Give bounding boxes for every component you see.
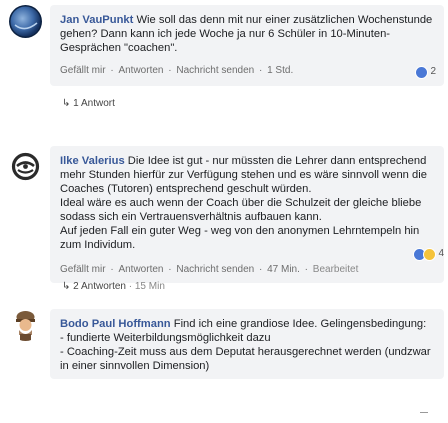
replies-time: 15 Min (134, 281, 165, 292)
comment-actions: Gefällt mir · Antworten · Nachricht send… (60, 65, 294, 76)
comment-text: Find ich eine grandiose Idee. Gelingensb… (173, 318, 427, 330)
send-message-link[interactable]: Nachricht senden (176, 264, 254, 275)
reply-link[interactable]: Antworten (118, 65, 163, 76)
send-message-link[interactable]: Nachricht senden (176, 65, 254, 76)
like-reaction-icon (415, 65, 429, 79)
comment-actions: Gefällt mir · Antworten · Nachricht send… (60, 264, 359, 275)
comment-bubble: Bodo Paul Hoffmann Find ich eine grandio… (50, 309, 444, 379)
reaction-summary[interactable]: 4 (413, 247, 444, 261)
avatar[interactable] (9, 308, 42, 341)
like-link[interactable]: Gefällt mir (60, 65, 106, 76)
comment-text: Auf jeden Fall ein guter Weg - weg von d… (60, 225, 420, 251)
comment-time[interactable]: 47 Min. (267, 264, 300, 275)
comment-text: - Coaching-Zeit muss aus dem Deputat her… (60, 346, 431, 372)
comment-time[interactable]: 1 Std. (267, 65, 293, 76)
comment-bubble: Jan VauPunkt Wie soll das denn mit nur e… (50, 5, 444, 86)
comment-author[interactable]: Ilke Valerius (60, 155, 125, 167)
comment-author[interactable]: Bodo Paul Hoffmann (60, 318, 171, 330)
comment-text: - fundierte Weiterbildungsmöglichkeit da… (60, 332, 271, 344)
reaction-summary[interactable]: 2 (415, 65, 436, 79)
avatar[interactable] (9, 5, 42, 38)
view-replies-link[interactable]: ↳ 2 Antworten · 15 Min (62, 281, 165, 292)
divider (420, 412, 428, 413)
reaction-count: 2 (430, 66, 436, 77)
reply-link[interactable]: Antworten (118, 264, 163, 275)
comment-text: Ideal wäre es auch wenn der Coach über d… (60, 197, 422, 223)
avatar[interactable] (9, 150, 42, 183)
reply-arrow-icon: ↳ (62, 281, 71, 292)
comment-bubble: Ilke Valerius Die Idee ist gut - nur müs… (50, 146, 444, 283)
reaction-count: 4 (438, 248, 444, 259)
edited-label[interactable]: Bearbeitet (313, 264, 359, 275)
like-link[interactable]: Gefällt mir (60, 264, 106, 275)
reply-arrow-icon: ↳ (62, 98, 71, 109)
view-replies-link[interactable]: ↳ 1 Antwort (62, 98, 115, 109)
comment-author[interactable]: Jan VauPunkt (60, 14, 133, 26)
haha-reaction-icon (423, 247, 437, 261)
